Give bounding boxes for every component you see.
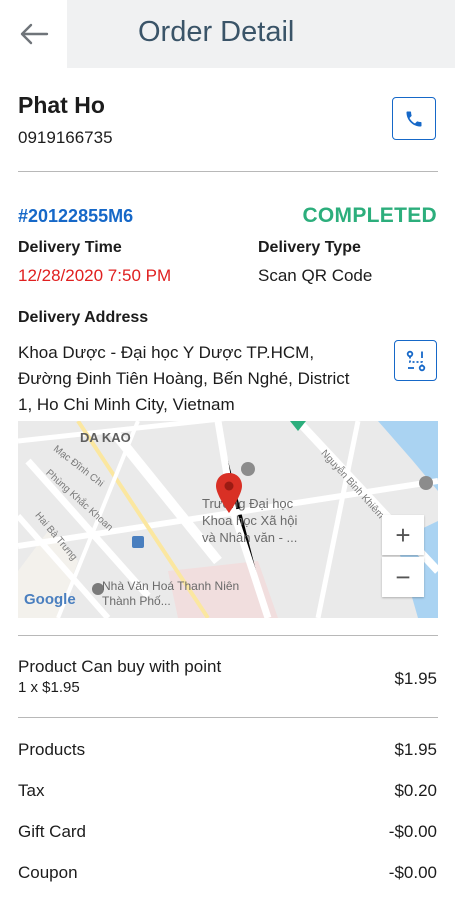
back-button[interactable] (0, 0, 67, 68)
summary-coupon-label: Coupon (18, 863, 78, 882)
arrow-left-icon (20, 23, 48, 45)
page-title: Order Detail (138, 16, 295, 48)
status-badge: COMPLETED (302, 204, 437, 227)
customer-name: Phat Ho (18, 92, 105, 118)
map-zoom-in-button[interactable]: + (382, 515, 424, 555)
order-id: #20122855M6 (18, 206, 134, 226)
directions-button[interactable] (394, 340, 437, 381)
product-qty-price: 1 x $1.95 (18, 679, 80, 696)
google-logo: Google (24, 591, 76, 608)
product-name: Product Can buy with point (18, 657, 222, 676)
divider (18, 717, 438, 718)
call-button[interactable] (392, 97, 436, 140)
summary-coupon-value: -$0.00 (388, 863, 437, 882)
divider (18, 171, 438, 172)
route-icon (406, 350, 425, 371)
summary-tax-label: Tax (18, 781, 45, 800)
divider (18, 635, 438, 636)
map-zoom-out-button[interactable]: − (382, 557, 424, 597)
delivery-address-value: Khoa Dược - Đại học Y Dược TP.HCM, Đường… (18, 343, 350, 414)
delivery-type-value: Scan QR Code (258, 266, 373, 285)
map-area-label: DA KAO (80, 430, 131, 445)
delivery-time-label: Delivery Time (18, 239, 122, 256)
delivery-type-label: Delivery Type (258, 239, 361, 256)
delivery-address-label: Delivery Address (18, 309, 149, 326)
header-bar: Order Detail (0, 0, 455, 68)
product-total: $1.95 (394, 669, 437, 688)
summary-products-value: $1.95 (394, 740, 437, 759)
summary-gift-card-label: Gift Card (18, 822, 87, 841)
summary-products-label: Products (18, 740, 86, 759)
customer-phone: 0919166735 (18, 128, 113, 147)
summary-gift-card-value: -$0.00 (388, 822, 437, 841)
delivery-time-value: 12/28/2020 7:50 PM (18, 266, 172, 285)
delivery-map[interactable]: DA KAO Mạc Đĩnh Chi Phùng Khắc Khoan Hai… (18, 421, 438, 618)
phone-icon (406, 111, 422, 126)
map-poi-label: Nhà Văn Hoá Thanh Niên Thành Phố... (102, 579, 240, 608)
map-pin-icon (216, 473, 242, 513)
summary-tax-value: $0.20 (394, 781, 437, 800)
